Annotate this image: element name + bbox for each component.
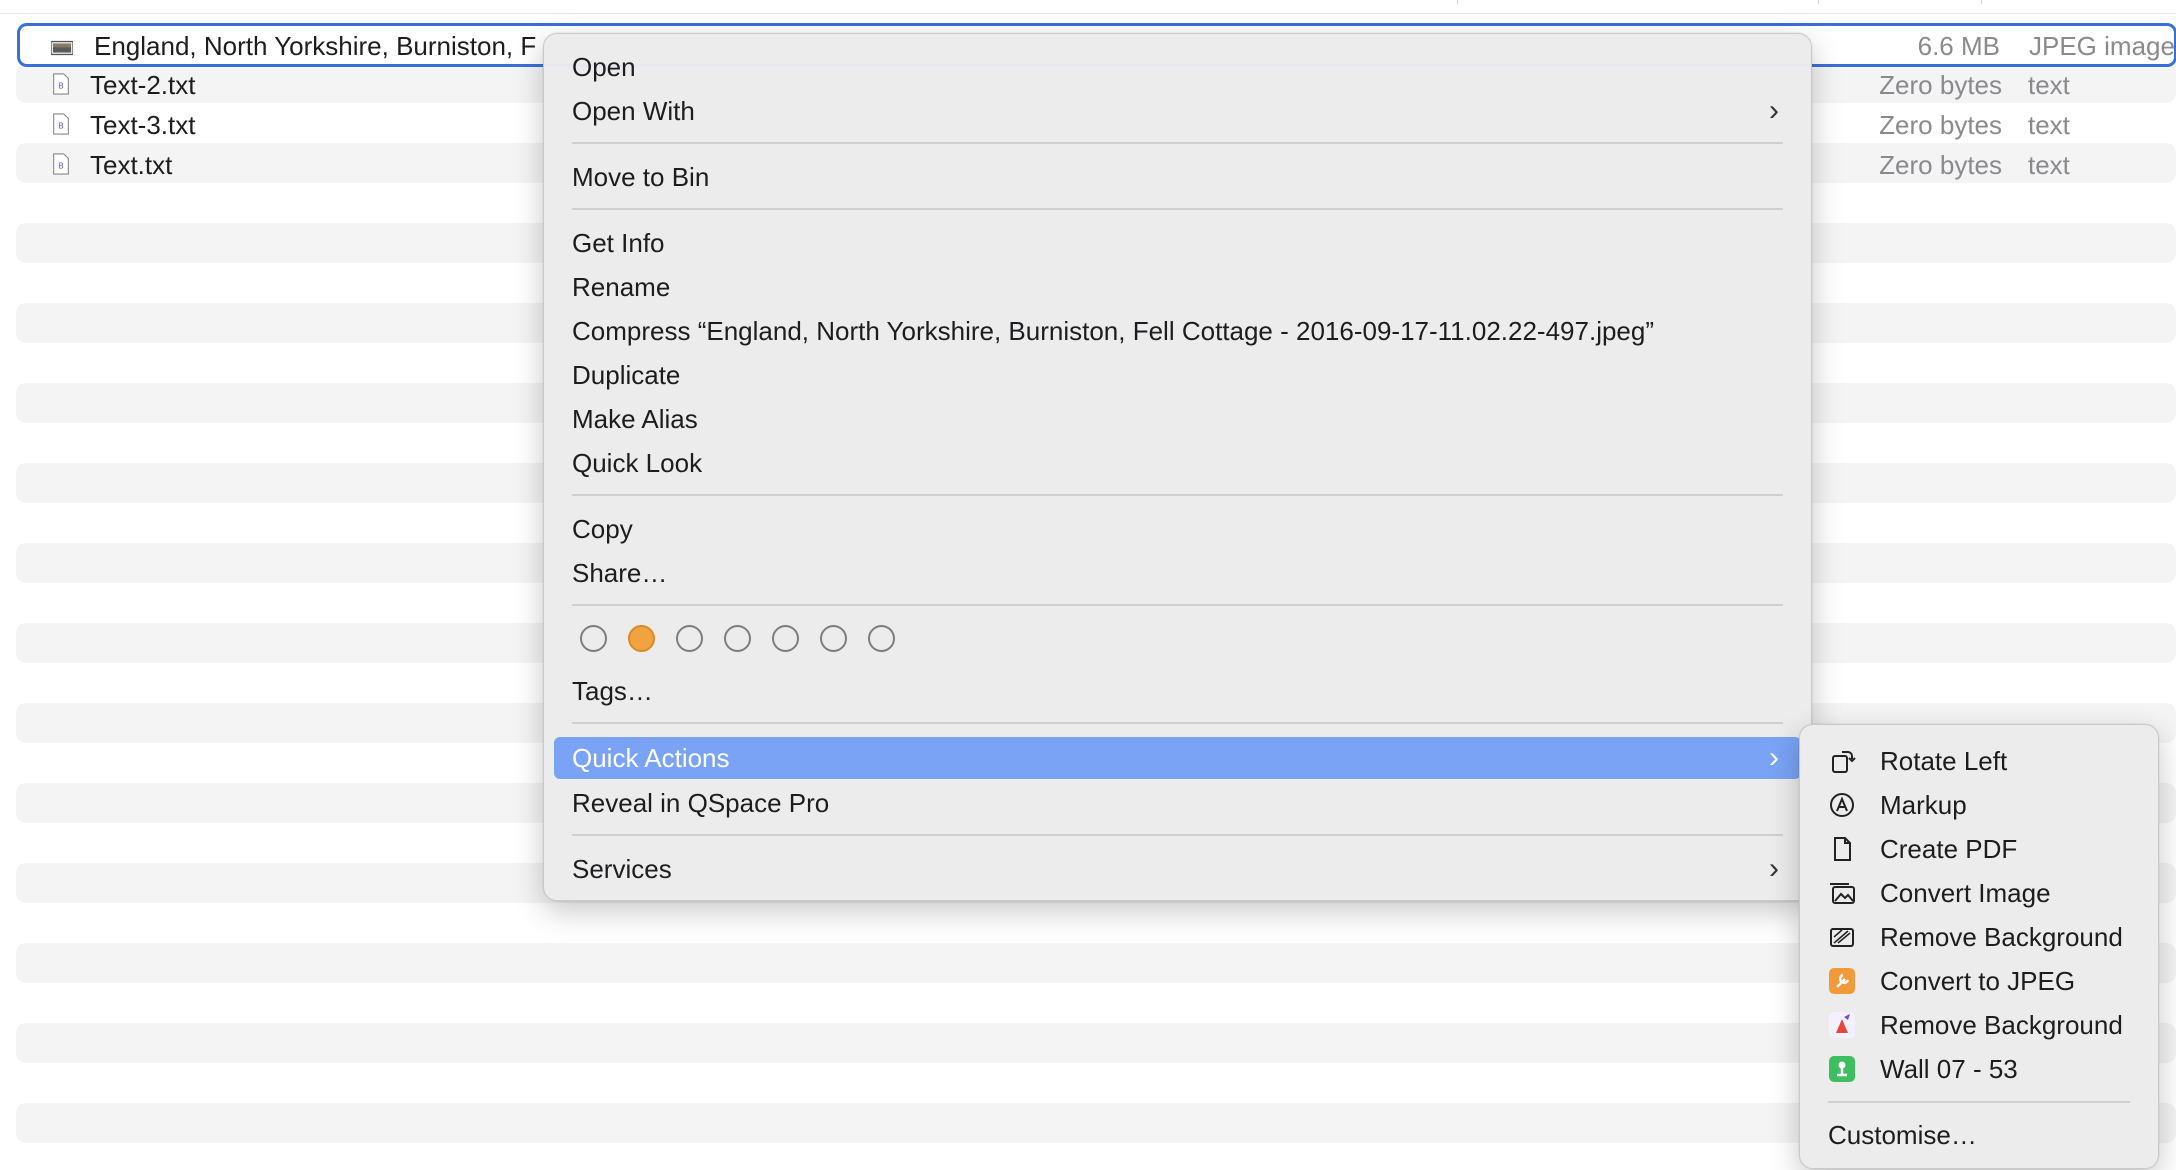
menu-item-compress[interactable]: Compress “England, North Yorkshire, Burn… bbox=[572, 311, 1654, 351]
menu-item-copy[interactable]: Copy bbox=[572, 509, 633, 549]
text-file-icon: B bbox=[53, 73, 69, 95]
quick-action-customise[interactable]: Customise… bbox=[1828, 1115, 1977, 1155]
svg-text:B: B bbox=[58, 161, 64, 171]
file-kind: JPEG image bbox=[2029, 31, 2175, 61]
file-name: Text.txt bbox=[90, 150, 173, 180]
quick-action-label: Convert Image bbox=[1880, 878, 2051, 908]
menu-item-reveal-qspace[interactable]: Reveal in QSpace Pro bbox=[572, 783, 829, 823]
menu-item-quick-look[interactable]: Quick Look bbox=[572, 443, 702, 483]
automator-icon bbox=[1829, 968, 1855, 994]
menu-item-get-info[interactable]: Get Info bbox=[572, 223, 665, 263]
menu-separator bbox=[1828, 1101, 2130, 1103]
remove-background-app-icon bbox=[1829, 1012, 1855, 1038]
context-menu: Open Open With › Move to Bin Get Info Re… bbox=[543, 33, 1812, 901]
file-kind: text bbox=[2028, 70, 2070, 100]
tag-none-circle[interactable] bbox=[772, 625, 799, 652]
text-file-icon: B bbox=[53, 153, 69, 175]
svg-text:B: B bbox=[58, 121, 64, 131]
menu-separator bbox=[572, 494, 1783, 496]
menu-item-make-alias[interactable]: Make Alias bbox=[572, 399, 698, 439]
menu-item-move-to-bin[interactable]: Move to Bin bbox=[572, 157, 709, 197]
menu-separator bbox=[572, 834, 1783, 836]
text-file-icon: B bbox=[53, 113, 69, 135]
menu-separator bbox=[572, 722, 1783, 724]
chevron-right-icon: › bbox=[1769, 852, 1779, 885]
chevron-right-icon: › bbox=[1769, 94, 1779, 127]
green-app-icon bbox=[1829, 1056, 1855, 1082]
file-size: Zero bytes bbox=[1879, 110, 2002, 140]
file-name: Text-2.txt bbox=[90, 70, 196, 100]
menu-item-tags[interactable]: Tags… bbox=[572, 671, 653, 711]
document-icon bbox=[1834, 837, 1851, 861]
quick-action-create-pdf[interactable]: Create PDF bbox=[1828, 829, 2138, 869]
tag-none-circle[interactable] bbox=[868, 625, 895, 652]
menu-item-open-with[interactable]: Open With › bbox=[554, 91, 1801, 131]
quick-action-wall[interactable]: Wall 07 - 53 bbox=[1828, 1049, 2138, 1089]
quick-action-label: Remove Background bbox=[1880, 1010, 2123, 1040]
svg-text:B: B bbox=[58, 81, 64, 91]
quick-action-label: Remove Background bbox=[1880, 922, 2123, 952]
chevron-right-icon: › bbox=[1769, 741, 1779, 774]
file-size: Zero bytes bbox=[1879, 70, 2002, 100]
quick-action-rotate-left[interactable]: Rotate Left bbox=[1828, 741, 2138, 781]
quick-action-convert-image[interactable]: Convert Image bbox=[1828, 873, 2138, 913]
menu-item-open[interactable]: Open bbox=[572, 47, 636, 87]
jpeg-thumbnail-icon bbox=[51, 40, 73, 56]
quick-action-remove-background-app[interactable]: Remove Background bbox=[1828, 1005, 2138, 1045]
photos-icon bbox=[1830, 883, 1855, 904]
quick-actions-submenu: Rotate Left Markup Create PDF Convert Im… bbox=[1799, 724, 2159, 1169]
menu-item-services[interactable]: Services › bbox=[554, 849, 1801, 889]
file-name: Text-3.txt bbox=[90, 110, 196, 140]
menu-item-share[interactable]: Share… bbox=[572, 553, 667, 593]
quick-action-label: Convert to JPEG bbox=[1880, 966, 2076, 996]
menu-separator bbox=[572, 604, 1783, 606]
menu-separator bbox=[572, 208, 1783, 210]
quick-action-remove-background[interactable]: Remove Background bbox=[1828, 917, 2138, 957]
quick-action-label: Wall 07 - 53 bbox=[1880, 1054, 2018, 1084]
quick-action-markup[interactable]: Markup bbox=[1828, 785, 2138, 825]
remove-background-icon bbox=[1830, 928, 1854, 947]
tag-orange-circle[interactable] bbox=[628, 625, 655, 652]
file-name: England, North Yorkshire, Burniston, F bbox=[94, 31, 537, 61]
tag-none-circle[interactable] bbox=[676, 625, 703, 652]
quick-action-convert-to-jpeg[interactable]: Convert to JPEG bbox=[1828, 961, 2138, 1001]
file-kind: text bbox=[2028, 150, 2070, 180]
menu-separator bbox=[572, 142, 1783, 144]
quick-action-label: Markup bbox=[1880, 790, 1967, 820]
tag-none-circle[interactable] bbox=[580, 625, 607, 652]
rotate-left-icon bbox=[1832, 751, 1856, 773]
quick-action-label: Create PDF bbox=[1880, 834, 2018, 864]
quick-action-label: Rotate Left bbox=[1880, 746, 2008, 776]
file-kind: text bbox=[2028, 110, 2070, 140]
menu-item-rename[interactable]: Rename bbox=[572, 267, 670, 307]
markup-icon bbox=[1830, 793, 1854, 817]
tag-none-circle[interactable] bbox=[820, 625, 847, 652]
menu-item-label: Services bbox=[572, 854, 672, 884]
file-size: 6.6 MB bbox=[1917, 31, 2000, 61]
menu-item-quick-actions[interactable]: Quick Actions › bbox=[554, 737, 1801, 779]
file-size: Zero bytes bbox=[1879, 150, 2002, 180]
menu-item-label: Open With bbox=[572, 96, 695, 126]
menu-item-label: Quick Actions bbox=[572, 743, 730, 773]
tag-none-circle[interactable] bbox=[724, 625, 751, 652]
menu-item-duplicate[interactable]: Duplicate bbox=[572, 355, 680, 395]
